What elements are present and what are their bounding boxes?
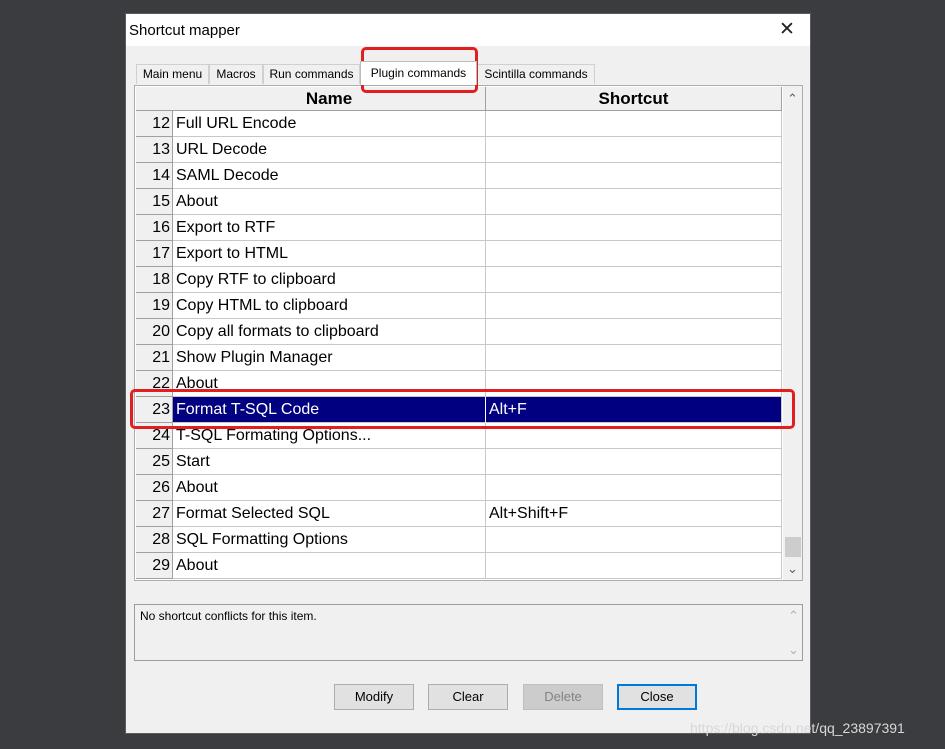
row-number-header — [136, 87, 174, 111]
conflict-scroll-up-icon[interactable]: ⌃ — [784, 607, 803, 625]
table-row[interactable]: 16 Export to RTF — [136, 215, 782, 241]
row-number: 26 — [136, 475, 173, 501]
row-number: 24 — [136, 423, 173, 449]
shortcut-cell[interactable]: Alt+F — [486, 397, 782, 423]
scroll-up-icon[interactable]: ⌃ — [783, 90, 802, 108]
command-name-cell[interactable]: Copy all formats to clipboard — [173, 319, 486, 345]
table-row[interactable]: 19 Copy HTML to clipboard — [136, 293, 782, 319]
row-number: 17 — [136, 241, 173, 267]
row-number: 20 — [136, 319, 173, 345]
table-row[interactable]: 21 Show Plugin Manager — [136, 345, 782, 371]
row-number: 27 — [136, 501, 173, 527]
title-bar: Shortcut mapper ✕ — [126, 14, 810, 46]
row-number: 14 — [136, 163, 173, 189]
tab-main-menu[interactable]: Main menu — [136, 64, 209, 84]
command-name-cell[interactable]: Show Plugin Manager — [173, 345, 486, 371]
shortcut-cell[interactable] — [486, 293, 782, 319]
row-number: 19 — [136, 293, 173, 319]
shortcut-cell[interactable] — [486, 189, 782, 215]
table-row[interactable]: 17 Export to HTML — [136, 241, 782, 267]
row-number: 23 — [136, 397, 173, 423]
row-number: 28 — [136, 527, 173, 553]
name-column-header[interactable]: Name — [173, 87, 486, 111]
conflict-scroll-down-icon[interactable]: ⌄ — [784, 641, 803, 659]
shortcut-cell[interactable]: Alt+Shift+F — [486, 501, 782, 527]
command-name-cell[interactable]: About — [173, 553, 486, 579]
command-name-cell[interactable]: Full URL Encode — [173, 111, 486, 137]
shortcut-cell[interactable] — [486, 475, 782, 501]
table-row[interactable]: 12 Full URL Encode — [136, 111, 782, 137]
table-row[interactable]: 29 About — [136, 553, 782, 579]
command-name-cell[interactable]: About — [173, 189, 486, 215]
table-row[interactable]: 22 About — [136, 371, 782, 397]
shortcut-cell[interactable] — [486, 371, 782, 397]
tab-plugin-commands[interactable]: Plugin commands — [360, 61, 477, 85]
command-name-cell[interactable]: URL Decode — [173, 137, 486, 163]
table-row[interactable]: 27 Format Selected SQL Alt+Shift+F — [136, 501, 782, 527]
command-name-cell[interactable]: Copy HTML to clipboard — [173, 293, 486, 319]
scroll-down-icon[interactable]: ⌄ — [783, 560, 802, 578]
table-row[interactable]: 18 Copy RTF to clipboard — [136, 267, 782, 293]
shortcut-cell[interactable] — [486, 553, 782, 579]
table-row[interactable]: 25 Start — [136, 449, 782, 475]
row-number: 22 — [136, 371, 173, 397]
shortcut-cell[interactable] — [486, 111, 782, 137]
command-name-cell[interactable]: T-SQL Formating Options... — [173, 423, 486, 449]
tab-macros[interactable]: Macros — [209, 64, 263, 84]
table-row[interactable]: 14 SAML Decode — [136, 163, 782, 189]
tab-run-commands[interactable]: Run commands — [263, 64, 360, 84]
row-number: 15 — [136, 189, 173, 215]
shortcut-cell[interactable] — [486, 241, 782, 267]
row-number: 21 — [136, 345, 173, 371]
window-title: Shortcut mapper — [129, 22, 240, 39]
shortcut-cell[interactable] — [486, 163, 782, 189]
shortcut-cell[interactable] — [486, 137, 782, 163]
shortcut-cell[interactable] — [486, 267, 782, 293]
table-row[interactable]: 24 T-SQL Formating Options... — [136, 423, 782, 449]
tab-scintilla-commands[interactable]: Scintilla commands — [477, 64, 595, 84]
command-name-cell[interactable]: Copy RTF to clipboard — [173, 267, 486, 293]
table-row[interactable]: 28 SQL Formatting Options — [136, 527, 782, 553]
shortcut-cell[interactable] — [486, 449, 782, 475]
modify-button[interactable]: Modify — [334, 684, 414, 710]
table-row[interactable]: 26 About — [136, 475, 782, 501]
table-row[interactable]: 20 Copy all formats to clipboard — [136, 319, 782, 345]
conflict-scrollbar[interactable]: ⌃ ⌄ — [784, 605, 802, 660]
shortcut-cell[interactable] — [486, 345, 782, 371]
table-row[interactable]: 23 Format T-SQL Code Alt+F — [136, 397, 782, 423]
clear-button[interactable]: Clear — [428, 684, 508, 710]
scrollbar-thumb[interactable] — [785, 537, 801, 557]
row-number: 25 — [136, 449, 173, 475]
shortcut-mapper-dialog: Shortcut mapper ✕ Main menu Macros Run c… — [125, 13, 811, 734]
close-window-icon[interactable]: ✕ — [764, 14, 810, 46]
delete-button[interactable]: Delete — [523, 684, 603, 710]
shortcut-column-header[interactable]: Shortcut — [486, 87, 782, 111]
watermark-text: https://blog.csdn.net/qq_23897391 — [690, 720, 905, 736]
command-name-cell[interactable]: Format T-SQL Code — [173, 397, 486, 423]
row-number: 13 — [136, 137, 173, 163]
row-number: 16 — [136, 215, 173, 241]
shortcut-cell[interactable] — [486, 215, 782, 241]
command-name-cell[interactable]: Format Selected SQL — [173, 501, 486, 527]
conflict-info-box: No shortcut conflicts for this item. ⌃ ⌄ — [134, 604, 803, 661]
command-name-cell[interactable]: Export to HTML — [173, 241, 486, 267]
row-number: 29 — [136, 553, 173, 579]
command-name-cell[interactable]: Start — [173, 449, 486, 475]
conflict-message: No shortcut conflicts for this item. — [140, 609, 317, 623]
table-row[interactable]: 13 URL Decode — [136, 137, 782, 163]
shortcut-grid[interactable]: Name Shortcut 12 Full URL Encode 13 URL Dec… — [134, 85, 803, 581]
command-name-cell[interactable]: SAML Decode — [173, 163, 486, 189]
close-button[interactable]: Close — [617, 684, 697, 710]
shortcut-cell[interactable] — [486, 527, 782, 553]
command-name-cell[interactable]: Export to RTF — [173, 215, 486, 241]
row-number: 12 — [136, 111, 173, 137]
command-name-cell[interactable]: SQL Formatting Options — [173, 527, 486, 553]
command-name-cell[interactable]: About — [173, 371, 486, 397]
command-name-cell[interactable]: About — [173, 475, 486, 501]
shortcut-cell[interactable] — [486, 319, 782, 345]
grid-scrollbar[interactable]: ⌃ ⌄ — [783, 86, 802, 580]
shortcut-cell[interactable] — [486, 423, 782, 449]
row-number: 18 — [136, 267, 173, 293]
table-row[interactable]: 15 About — [136, 189, 782, 215]
